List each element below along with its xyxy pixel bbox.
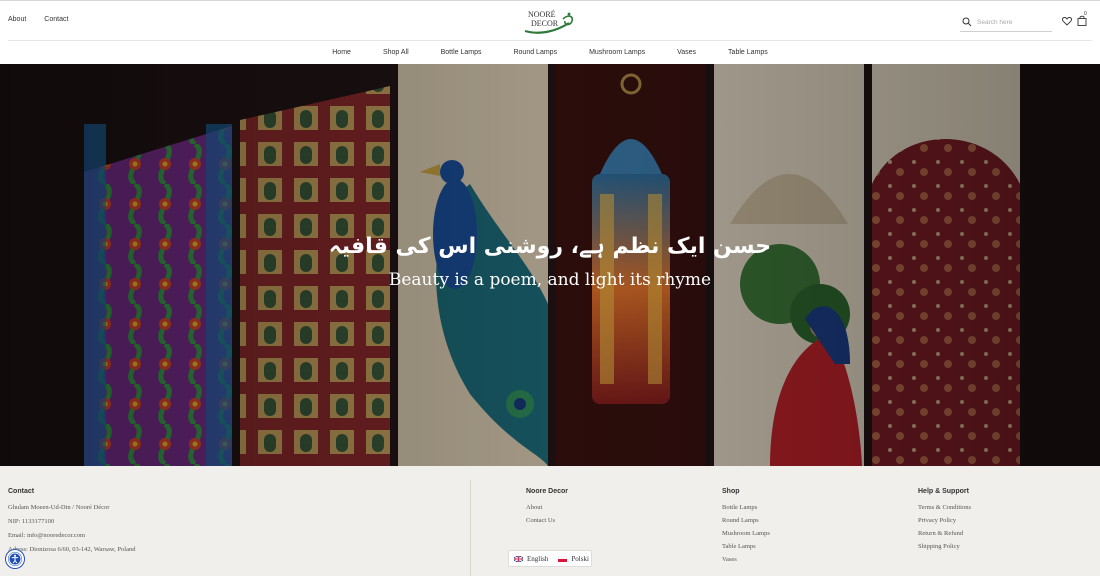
- lang-label-polski: Polski: [571, 554, 589, 563]
- search-box[interactable]: [960, 13, 1052, 32]
- footer-brand-links: About Contact Us: [526, 504, 555, 530]
- nav-mushroom-lamps[interactable]: Mushroom Lamps: [589, 49, 645, 56]
- contact-link[interactable]: Contact: [44, 16, 68, 23]
- contact-nip: NIP: 1133177100: [8, 518, 55, 525]
- main-nav: Home Shop All Bottle Lamps Round Lamps M…: [0, 41, 1100, 63]
- search-icon: [962, 17, 972, 27]
- footer-link-round-lamps[interactable]: Round Lamps: [722, 517, 770, 530]
- uk-flag-icon: [514, 555, 523, 562]
- footer-link-terms[interactable]: Terms & Conditions: [918, 504, 971, 517]
- nav-shop-all[interactable]: Shop All: [383, 49, 409, 56]
- contact-email[interactable]: Email: info@nooredecor.com: [8, 532, 135, 546]
- footer-link-contact-us[interactable]: Contact Us: [526, 517, 555, 530]
- nav-home[interactable]: Home: [332, 49, 351, 56]
- footer-link-shipping[interactable]: Shipping Policy: [918, 543, 971, 556]
- accessibility-icon: [8, 552, 22, 566]
- accessibility-button[interactable]: [6, 550, 24, 568]
- logo-text-1: NOORÉ: [528, 9, 556, 19]
- contact-name: Ghulam Moeen-Ud-Din / Nooré Décor: [8, 504, 110, 511]
- hero-artwork: [0, 64, 1100, 466]
- poland-flag-icon: [558, 555, 568, 562]
- footer-contact-title: Contact: [8, 488, 35, 495]
- top-links: About Contact: [8, 16, 68, 23]
- hero-english-text: Beauty is a poem, and light its rhyme: [388, 270, 712, 290]
- contact-address: Adress: Dionizosa 6/60, 03-142, Warsaw, …: [8, 546, 136, 553]
- hero-banner: حسن ایک نظم ہے، روشنی اس کی قافیہ Beauty…: [0, 64, 1100, 466]
- nav-vases[interactable]: Vases: [677, 49, 696, 56]
- footer-link-about[interactable]: About: [526, 504, 555, 517]
- lang-option-english[interactable]: English: [514, 555, 548, 563]
- cart-count-badge: 0: [1084, 11, 1087, 17]
- footer-link-privacy[interactable]: Privacy Policy: [918, 517, 971, 530]
- footer-link-return-refund[interactable]: Return & Refund: [918, 530, 971, 543]
- nav-round-lamps[interactable]: Round Lamps: [513, 49, 557, 56]
- lang-label-english: English: [527, 554, 549, 563]
- footer-link-table-lamps[interactable]: Table Lamps: [722, 543, 770, 556]
- footer-contact-info: Ghulam Moeen-Ud-Din / Nooré Décor NIP: 1…: [8, 504, 135, 560]
- search-input[interactable]: [977, 18, 1047, 26]
- nav-table-lamps[interactable]: Table Lamps: [728, 49, 768, 56]
- footer-brand-title: Noore Decor: [526, 488, 569, 495]
- logo-text-2: DECOR: [531, 19, 559, 28]
- language-switcher: English Polski: [508, 550, 592, 567]
- footer-link-mushroom-lamps[interactable]: Mushroom Lamps: [722, 530, 770, 543]
- footer-link-bottle-lamps[interactable]: Bottle Lamps: [722, 504, 770, 517]
- footer-help-title: Help & Support: [918, 488, 969, 495]
- nav-bottle-lamps[interactable]: Bottle Lamps: [441, 49, 482, 56]
- footer-link-vases[interactable]: Vases: [722, 556, 770, 569]
- footer-help-links: Terms & Conditions Privacy Policy Return…: [918, 504, 971, 556]
- lang-option-polski[interactable]: Polski: [558, 555, 589, 563]
- footer-shop-title: Shop: [722, 488, 740, 495]
- site-footer: Contact Ghulam Moeen-Ud-Din / Nooré Déco…: [0, 466, 1100, 576]
- footer-shop-links: Bottle Lamps Round Lamps Mushroom Lamps …: [722, 504, 770, 569]
- footer-divider: [470, 480, 471, 576]
- site-header: About Contact NOORÉ DECOR 0 Home Shop Al…: [0, 0, 1100, 62]
- wishlist-heart-icon[interactable]: [1062, 16, 1072, 26]
- about-link[interactable]: About: [8, 16, 26, 23]
- hero-urdu-text: حسن ایک نظم ہے، روشنی اس کی قافیہ: [328, 234, 772, 259]
- logo[interactable]: NOORÉ DECOR: [523, 5, 577, 35]
